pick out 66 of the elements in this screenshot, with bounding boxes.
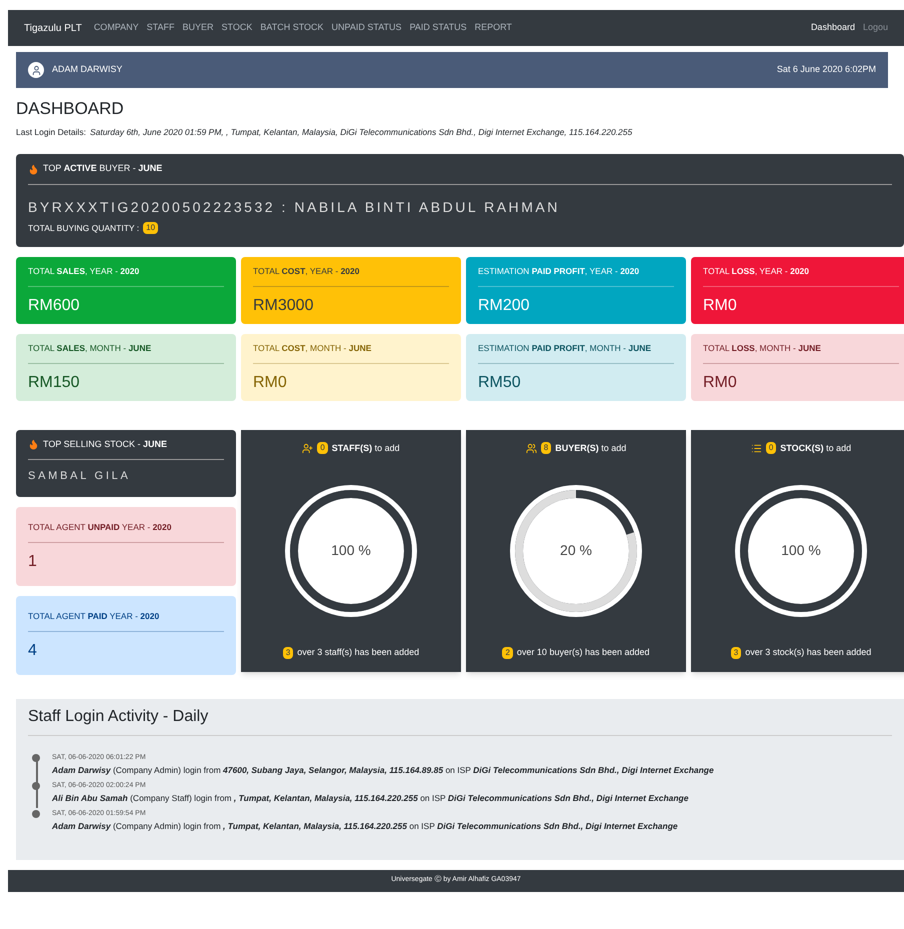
progress-reading: 20 % [559, 541, 593, 560]
page-title: DASHBOARD [16, 98, 125, 120]
card-value: 1 [28, 552, 38, 572]
last-login-label: Last Login Details: [16, 126, 86, 138]
user-plus-icon [302, 442, 314, 454]
card-title: BUYER(S) to add [555, 442, 626, 455]
nav-link[interactable]: UNPAID STATUS [332, 21, 402, 35]
last-login-details: Saturday 6th, June 2020 01:59 PM, , Tumpat, Kelantan, Malaysia, DiGi Telecommunications Sdn Bhd., Digi Internet Exchange, 115.164.220.255 [90, 126, 632, 138]
quantity-label: TOTAL BUYING QUANTITY : [28, 222, 140, 234]
stock-name: SAMBAL GILA [28, 469, 132, 484]
progress-caption: over 3 stock(s) has been added [745, 646, 872, 659]
card-title: TOTAL LOSS, MONTH - JUNE [703, 342, 822, 354]
progress-reading: 100 % [330, 541, 372, 560]
progress-reading: 100 % [780, 541, 822, 560]
card-value: RM150 [28, 372, 81, 392]
progress-caption: over 3 staff(s) has been added [297, 646, 420, 659]
count-badge: 3 [730, 646, 742, 659]
activity-text: Adam Darwisy (Company Admin) login from , Tumpat, Kelantan, Malaysia, 115.164.220.255 on ISP DiGi Telecommunications Sdn Bhd., Digi Internet Exchange [52, 820, 679, 832]
card-title: ESTIMATION PAID PROFIT, MONTH - JUNE [478, 342, 652, 354]
panel-title: TOP ACTIVE BUYER - JUNE [43, 162, 162, 176]
progress-caption: over 10 buyer(s) has been added [516, 646, 650, 659]
nav-link[interactable]: PAID STATUS [410, 21, 467, 35]
card-title: TOTAL COST, YEAR - 2020 [253, 264, 360, 278]
nav-link[interactable]: STAFF [146, 21, 174, 35]
card-value: RM0 [703, 296, 738, 316]
nav-link[interactable]: Logou [862, 21, 888, 35]
card-title: TOTAL LOSS, YEAR - 2020 [703, 264, 810, 278]
count-badge: 0 [317, 442, 328, 454]
nav-link[interactable]: COMPANY [94, 21, 139, 35]
card-value: RM0 [703, 372, 738, 392]
users-icon [526, 442, 537, 454]
activity-title: Staff Login Activity - Daily [28, 706, 210, 726]
card-value: RM200 [478, 296, 531, 316]
buyer-name: BYRXXXTIG20200502223532 : NABILA BINTI ABDUL RAHMAN [28, 198, 561, 217]
card-value: 4 [28, 640, 38, 660]
flame-icon [28, 438, 39, 450]
quantity-badge: 10 [143, 222, 158, 234]
nav-link[interactable]: BUYER [182, 21, 214, 35]
brand-link[interactable]: Tigazulu PLT [24, 20, 82, 36]
card-title: TOTAL COST, MONTH - JUNE [253, 342, 372, 354]
activity-text: Adam Darwisy (Company Admin) login from 47600, Subang Jaya, Selangor, Malaysia, 115.164.89.85 on ISP DiGi Telecommunications Sdn Bhd., Digi Internet Exchange [52, 764, 715, 776]
card-value: RM0 [253, 372, 288, 392]
count-badge: 0 [766, 442, 776, 454]
count-badge: 3 [282, 646, 294, 659]
nav-link[interactable]: BATCH STOCK [260, 21, 324, 35]
user-name: ADAM DARWISY [52, 63, 122, 76]
card-title: ESTIMATION PAID PROFIT, YEAR - 2020 [478, 264, 640, 278]
nav-link[interactable]: REPORT [474, 21, 512, 35]
count-badge: 2 [502, 646, 513, 659]
card-title: TOTAL AGENT UNPAID YEAR - 2020 [28, 520, 172, 534]
card-title: TOTAL AGENT PAID YEAR - 2020 [28, 610, 160, 622]
nav-link[interactable]: Dashboard [810, 21, 855, 35]
card-title: TOTAL SALES, MONTH - JUNE [28, 342, 152, 354]
card-title: STAFF(S) to add [332, 442, 400, 455]
card-value: RM600 [28, 296, 81, 316]
card-value: RM50 [478, 372, 522, 392]
flame-icon [28, 164, 39, 174]
count-badge: 8 [540, 442, 552, 454]
card-title: STOCK(S) to add [780, 442, 852, 455]
avatar-icon [28, 62, 44, 78]
card-value: RM3000 [253, 296, 314, 316]
panel-title: TOP SELLING STOCK - JUNE [43, 438, 168, 450]
nav-link[interactable]: STOCK [222, 21, 252, 35]
activity-text: Ali Bin Abu Samah (Company Staff) login from , Tumpat, Kelantan, Malaysia, 115.164.220.255 on ISP DiGi Telecommunications Sdn Bhd., Digi Internet Exchange [52, 792, 690, 804]
date-time: Sat 6 June 2020 6:02PM [776, 63, 876, 76]
card-title: TOTAL SALES, YEAR - 2020 [28, 264, 140, 278]
